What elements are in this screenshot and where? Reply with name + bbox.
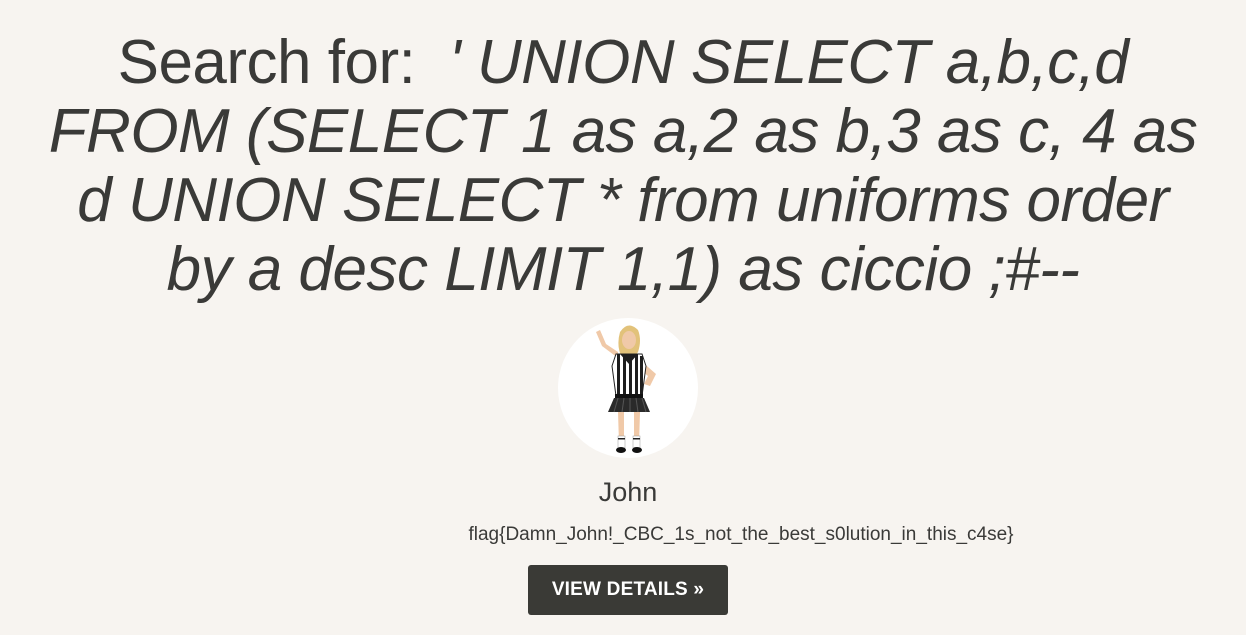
uniform-image [558, 318, 698, 458]
search-heading: Search for: ' UNION SELECT a,b,c,d FROM … [40, 28, 1206, 304]
view-details-button[interactable]: VIEW DETAILS » [528, 565, 728, 615]
item-description: flag{Damn_John!_CBC_1s_not_the_best_s0lu… [468, 524, 1014, 545]
item-name: John [598, 477, 658, 507]
search-prefix: Search for: [117, 28, 416, 97]
referee-uniform-photo [596, 325, 656, 453]
